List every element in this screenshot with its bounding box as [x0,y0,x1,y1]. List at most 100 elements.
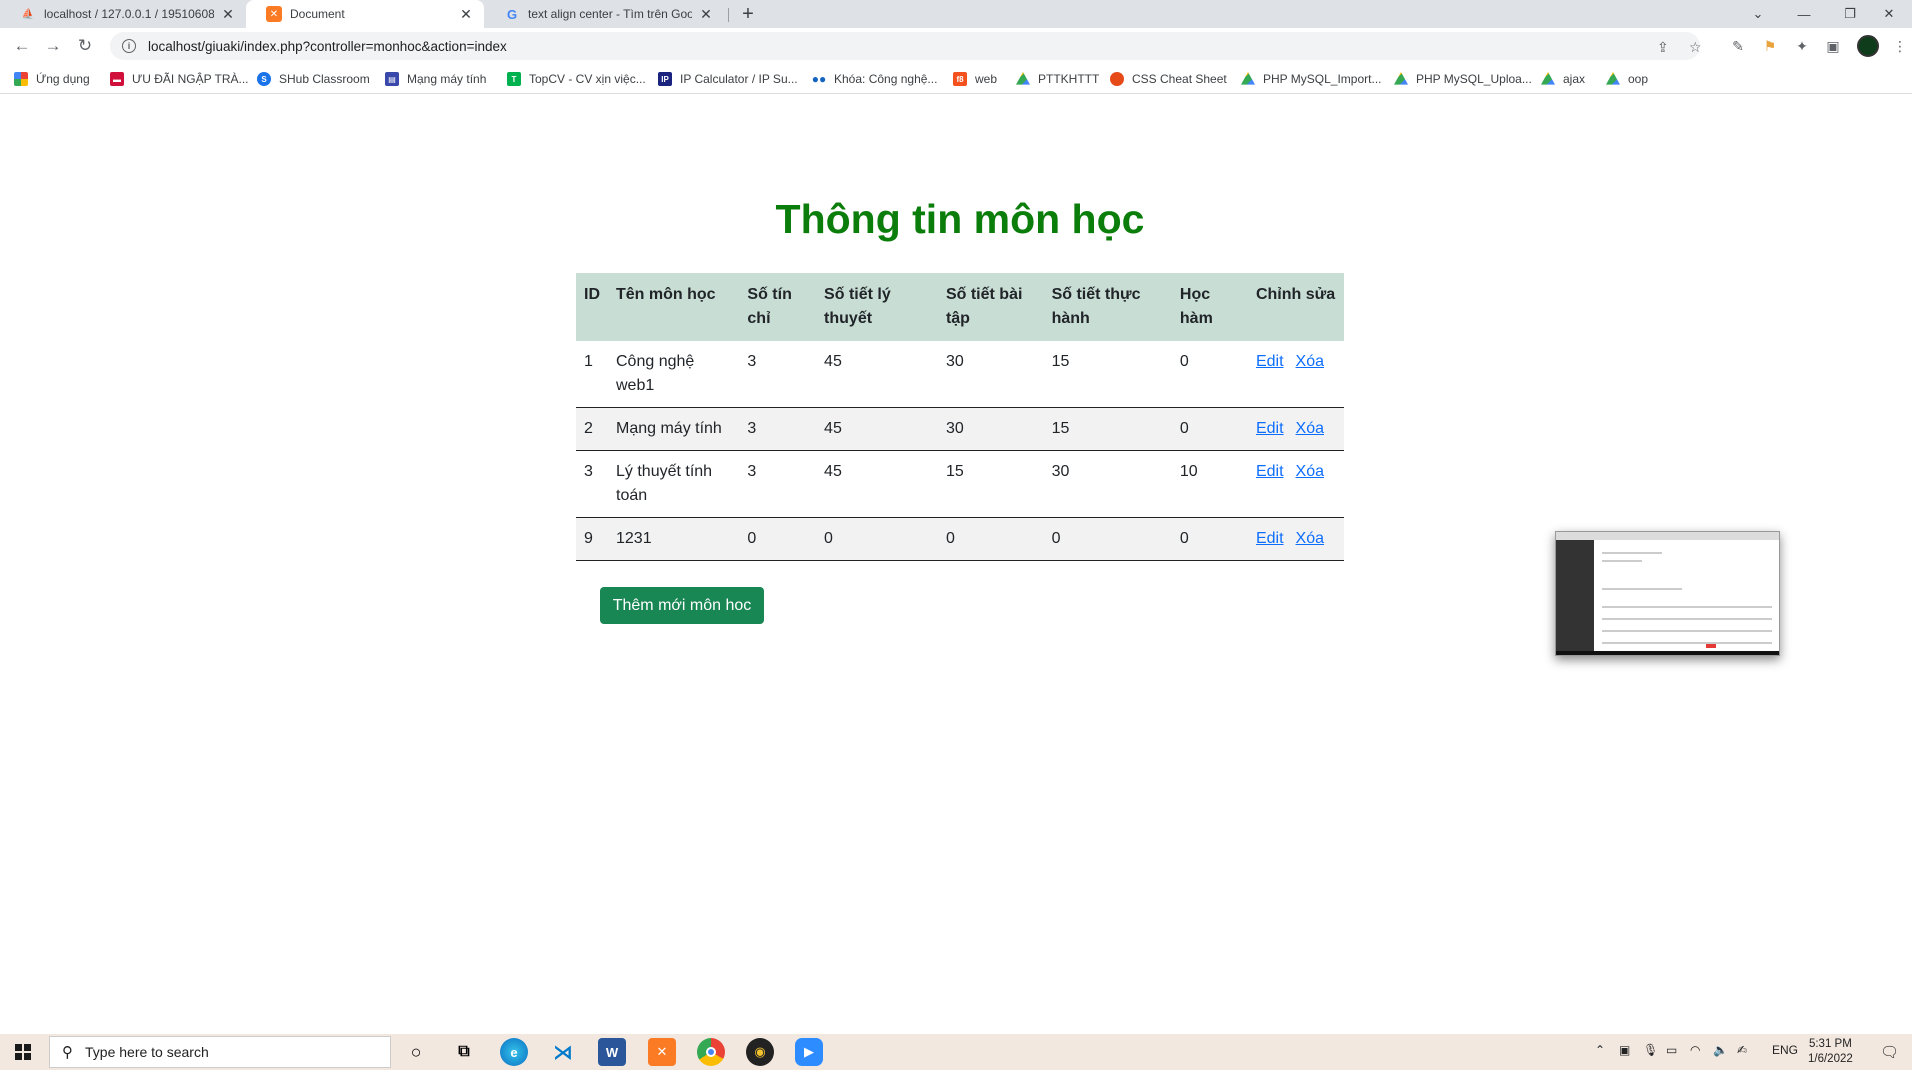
delete-link[interactable]: Xóa [1296,463,1324,480]
edit-link[interactable]: Edit [1256,353,1284,370]
add-subject-button[interactable]: Thêm mới môn hoc [600,587,764,624]
tab-phpmyadmin[interactable]: ⛵ localhost / 127.0.0.1 / 19510608 ✕ [0,0,246,28]
microphone-icon[interactable]: 🎙 [1643,1043,1658,1057]
cell-credits: 3 [739,407,817,451]
bookmark-ip-calculator[interactable]: IP IP Calculator / IP Su... [658,70,798,88]
screenshot-thumbnail[interactable] [1555,531,1780,656]
pen-icon[interactable]: ✍ [1737,1043,1747,1057]
bookmark-label: ƯU ĐÃI NGẬP TRÀ... [132,72,249,86]
bookmark-php-mysql-upload[interactable]: PHP MySQL_Uploa... [1394,70,1532,88]
page-title: Thông tin môn học [775,196,1145,242]
bookmark-oop[interactable]: oop [1606,70,1648,88]
close-window-icon[interactable]: ✕ [1866,0,1912,28]
forward-icon[interactable]: → [41,34,65,58]
word-icon[interactable]: W [598,1038,626,1066]
f8-icon: f8 [953,72,967,86]
bookmark-uu-dai[interactable]: ▬ ƯU ĐÃI NGẬP TRÀ... [110,70,249,88]
cortana-icon[interactable]: ○ [402,1038,430,1066]
vpn-app-icon[interactable]: ◉ [746,1038,774,1066]
share-icon[interactable]: ⇪ [1657,39,1669,56]
column-header-exercise: Số tiết bài tập [937,273,1044,341]
language-indicator[interactable]: ENG [1772,1043,1798,1057]
new-tab-button[interactable]: + [738,0,758,28]
start-button[interactable] [0,1034,46,1070]
close-icon[interactable]: ✕ [220,6,236,23]
bookmark-pttkhttt[interactable]: PTTKHTTT [1016,70,1099,88]
notification-icon[interactable]: 🗨 [1880,1043,1899,1061]
bookmark-label: PHP MySQL_Uploa... [1416,72,1532,86]
cell-exercise: 30 [937,341,1044,408]
close-icon[interactable]: ✕ [698,6,714,23]
edit-link[interactable]: Edit [1256,420,1284,437]
extensions-puzzle-icon[interactable]: ✦ [1792,36,1812,56]
cell-actions: Edit Xóa [1247,450,1344,518]
reload-icon[interactable]: ↻ [73,34,97,58]
cell-rank: 10 [1171,450,1248,518]
thumbnail-line [1602,618,1772,620]
task-view-icon[interactable]: ⧉ [450,1038,478,1066]
drive-icon [1241,72,1255,85]
bookmark-apps[interactable]: Ứng dụng [14,70,90,88]
bookmark-label: web [975,72,998,86]
battery-icon[interactable]: ▭ [1666,1043,1677,1057]
edit-link[interactable]: Edit [1256,530,1284,547]
column-header-rank: Học hàm [1171,273,1248,341]
tab-document[interactable]: ✕ Document ✕ [246,0,484,28]
taskbar-search-box[interactable]: ⚲ Type here to search [49,1036,391,1068]
extension-icon[interactable]: ⚑ [1760,36,1780,56]
bookmark-label: CSS Cheat Sheet [1132,72,1227,86]
bookmark-css-cheat-sheet[interactable]: CSS Cheat Sheet [1110,70,1227,88]
bookmark-ajax[interactable]: ajax [1541,70,1585,88]
volume-icon[interactable]: 🔈 [1713,1043,1728,1057]
bookmark-mang-may-tinh[interactable]: ▤ Mạng máy tính [385,70,486,88]
cell-exercise: 0 [937,517,1044,561]
star-icon[interactable]: ☆ [1689,39,1702,56]
edge-icon[interactable]: e [500,1038,528,1066]
taskbar-clock[interactable]: 5:31 PM 1/6/2022 [1808,1037,1853,1067]
cell-rank: 0 [1171,407,1248,451]
column-header-actions: Chỉnh sửa [1247,273,1344,341]
bookmark-php-mysql-import[interactable]: PHP MySQL_Import... [1241,70,1381,88]
drive-icon [1541,72,1555,85]
cell-theory: 45 [816,450,938,518]
profile-avatar[interactable] [1857,35,1879,57]
drive-icon [1394,72,1408,85]
delete-link[interactable]: Xóa [1296,420,1324,437]
chrome-icon[interactable] [697,1038,725,1066]
zoom-icon[interactable]: ▶ [795,1038,823,1066]
site-info-icon[interactable]: i [122,39,136,53]
url-text[interactable]: localhost/giuaki/index.php?controller=mo… [148,39,507,54]
wifi-icon[interactable]: ◠ [1690,1043,1700,1057]
cell-id: 3 [576,450,608,518]
tab-google-search[interactable]: G text align center - Tìm trên Goog ✕ [484,0,724,28]
shub-icon: S [257,72,271,86]
eyedropper-extension-icon[interactable]: ✎ [1728,36,1748,56]
delete-link[interactable]: Xóa [1296,530,1324,547]
meet-now-icon[interactable]: ▣ [1619,1043,1630,1057]
address-bar[interactable]: i localhost/giuaki/index.php?controller=… [110,32,1700,60]
side-panel-icon[interactable]: ▣ [1823,36,1843,56]
vscode-icon[interactable]: ⋊ [549,1038,577,1066]
bookmark-web[interactable]: f8 web [953,70,997,88]
xampp-icon[interactable]: ✕ [648,1038,676,1066]
menu-kebab-icon[interactable]: ⋮ [1890,36,1910,56]
minimize-icon[interactable]: — [1781,0,1827,28]
edit-link[interactable]: Edit [1256,463,1284,480]
dots-icon: ●● [811,72,827,86]
delete-link[interactable]: Xóa [1296,353,1324,370]
doc-icon: ▤ [385,72,399,86]
close-icon[interactable]: ✕ [458,6,474,23]
bookmark-topcv[interactable]: T TopCV - CV xịn việc... [507,70,646,88]
tab-search-icon[interactable]: ⌄ [1735,0,1781,28]
tray-chevron-icon[interactable]: ⌃ [1595,1043,1605,1057]
topcv-icon: T [507,72,521,86]
bookmark-khoa-cong-nghe[interactable]: ●● Khóa: Công nghệ... [811,70,938,88]
back-icon[interactable]: ← [10,34,34,58]
cell-theory: 45 [816,341,938,408]
cell-actions: Edit Xóa [1247,407,1344,451]
bookmark-shub[interactable]: S SHub Classroom [257,70,370,88]
browser-toolbar: ← → ↻ i localhost/giuaki/index.php?contr… [0,28,1912,64]
thumbnail-bottom-bar [1556,651,1779,655]
bookmark-label: Khóa: Công nghệ... [834,72,938,86]
windows-logo-icon [15,1044,31,1060]
